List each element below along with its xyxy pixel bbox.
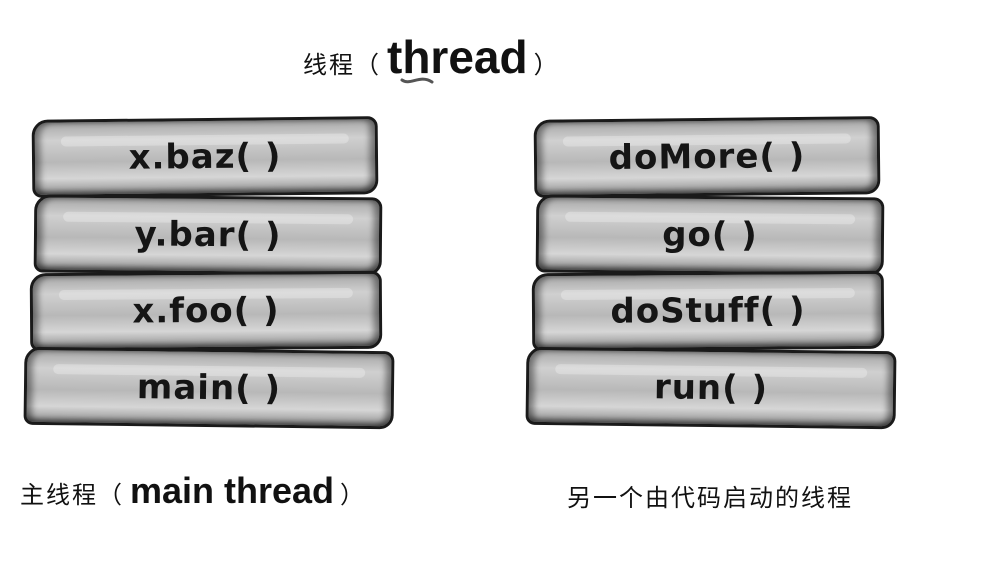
stack-frame: x.baz( ) <box>31 116 379 198</box>
frame-label: main( ) <box>136 367 282 409</box>
frame-label: run( ) <box>653 367 769 409</box>
frame-label: go( ) <box>662 214 758 256</box>
top-title-close: ） <box>533 51 560 79</box>
main-thread-caption: 主线程（ main thread ） <box>20 470 366 512</box>
main-thread-caption-cn: 主线程（ <box>20 481 124 509</box>
stack-frame: doStuff( ) <box>531 270 885 352</box>
other-thread-caption: 另一个由代码启动的线程 <box>567 484 853 512</box>
top-title: 线程（ thread ） <box>303 30 560 83</box>
main-thread-caption-en: main thread <box>130 470 335 511</box>
main-thread-caption-close: ） <box>340 481 367 509</box>
frame-label: y.bar( ) <box>134 214 282 256</box>
frame-label: doStuff( ) <box>610 290 806 332</box>
stack-frame: run( ) <box>525 346 897 430</box>
frame-label: doMore( ) <box>608 135 806 179</box>
frame-label: x.baz( ) <box>128 136 282 178</box>
stack-frame: go( ) <box>535 194 885 276</box>
stack-frame: y.bar( ) <box>33 194 383 276</box>
squiggle-mark <box>400 77 434 84</box>
stack-frame: x.foo( ) <box>29 270 383 352</box>
stack-frame: main( ) <box>23 346 395 430</box>
frame-label: x.foo( ) <box>132 290 280 332</box>
stack-frame: doMore( ) <box>533 116 881 198</box>
top-title-cn: 线程（ <box>303 51 381 79</box>
